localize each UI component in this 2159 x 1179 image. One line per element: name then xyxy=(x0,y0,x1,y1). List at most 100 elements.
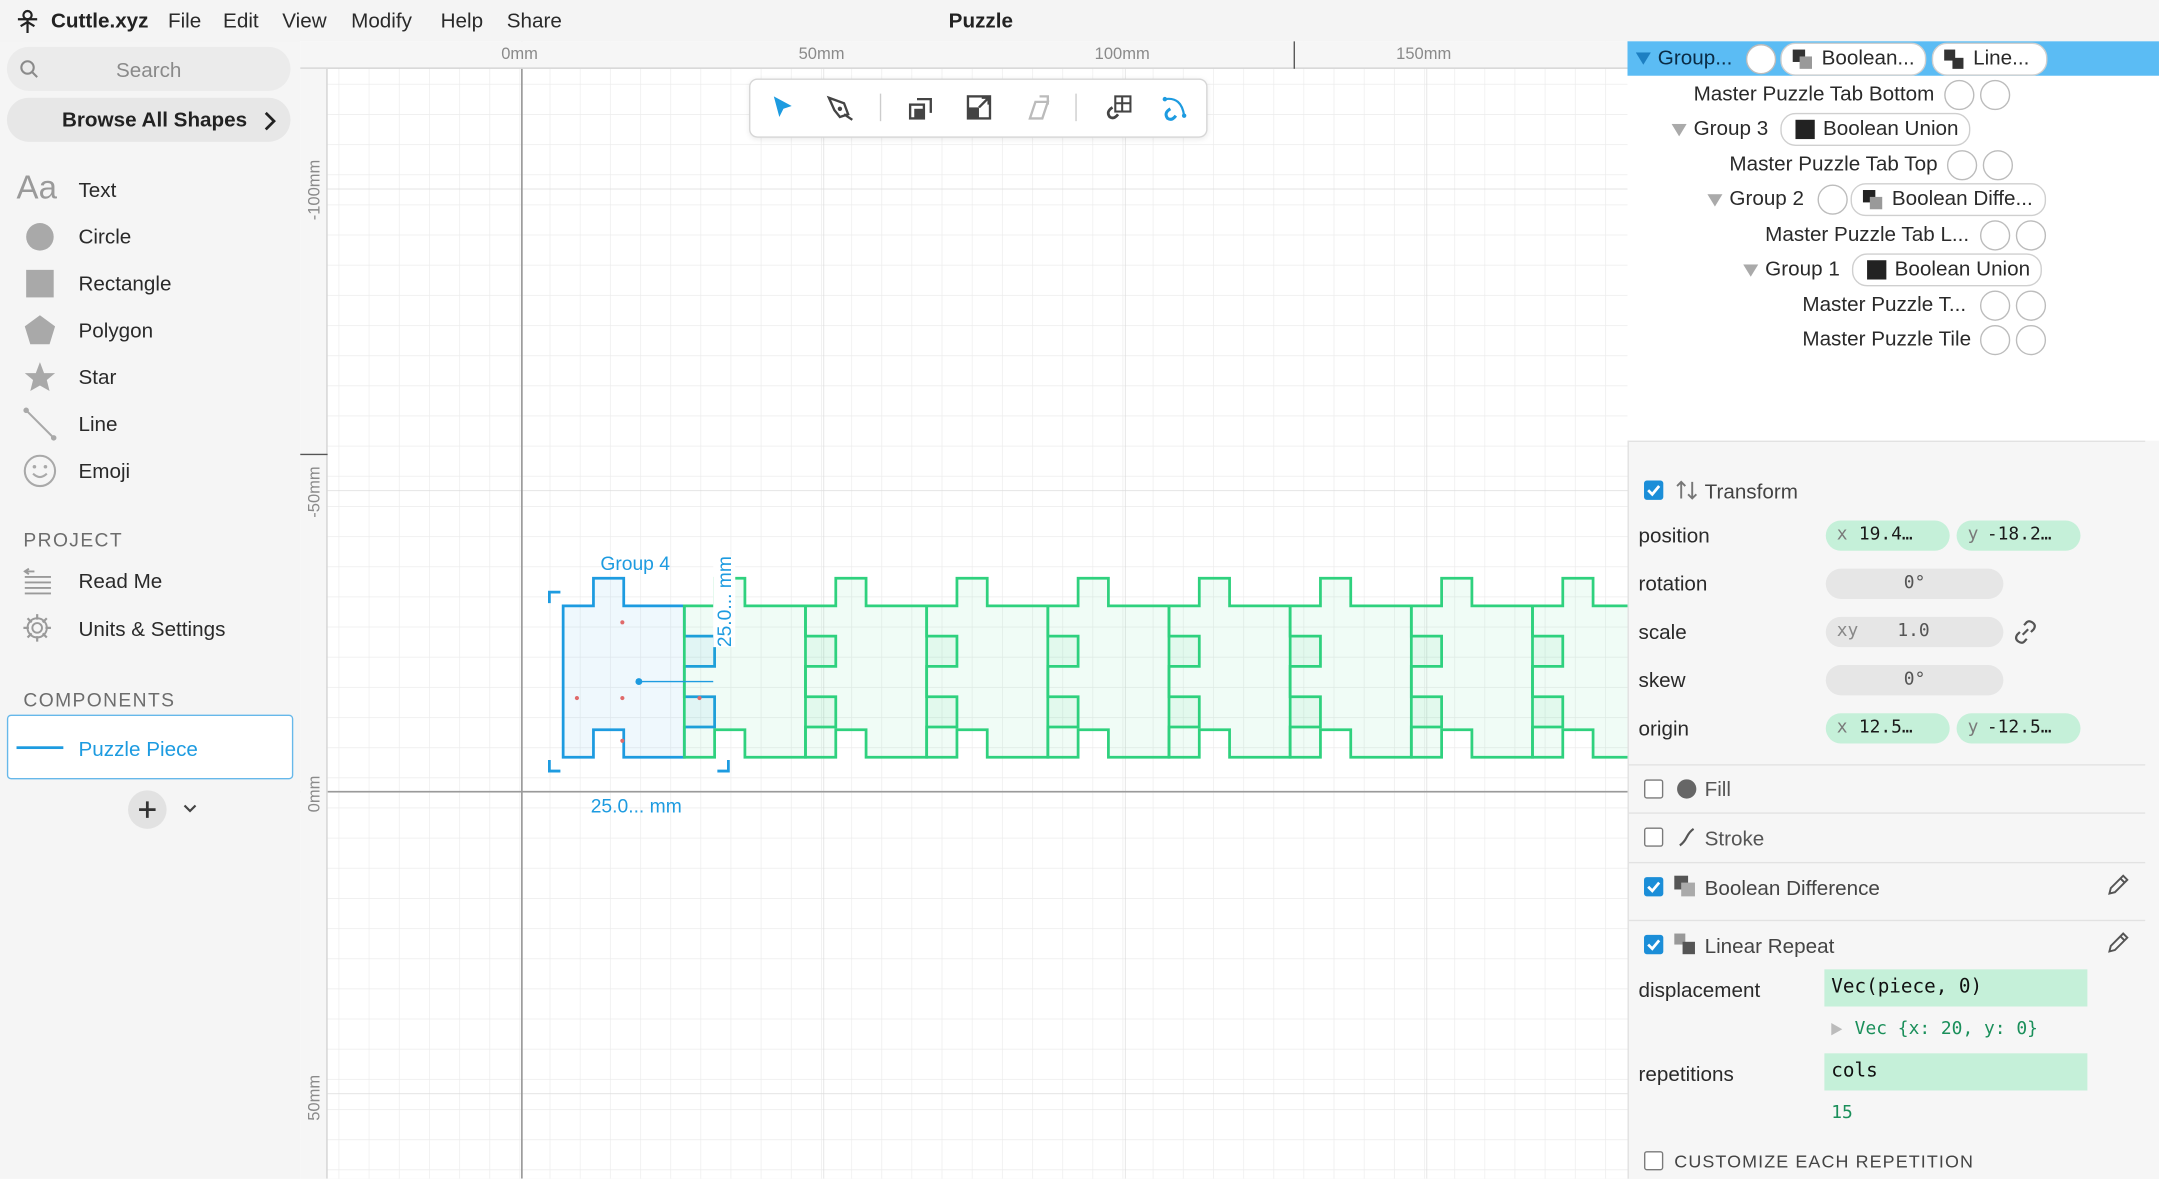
rotate-tool-icon[interactable] xyxy=(907,94,935,122)
menu-help[interactable]: Help xyxy=(441,10,483,33)
repetitions-input[interactable]: cols xyxy=(1824,1053,2088,1091)
menu-share[interactable]: Share xyxy=(507,10,562,33)
rectangle-shape-icon xyxy=(26,269,54,298)
expand-triangle-icon[interactable] xyxy=(1830,1022,1844,1037)
scale-label: scale xyxy=(1638,620,1687,645)
transform-checkbox[interactable] xyxy=(1644,480,1664,500)
shape-item-text[interactable]: Aa Text xyxy=(0,169,300,210)
tree-row[interactable]: Master Puzzle Tab Bottom xyxy=(1627,77,2158,111)
position-x-field[interactable]: x 19.4… xyxy=(1825,520,1950,551)
linear-repeat-checkbox[interactable] xyxy=(1644,934,1664,955)
skew-field[interactable]: 0° xyxy=(1825,665,2004,696)
browse-all-shapes-button[interactable]: Browse All Shapes xyxy=(6,97,291,142)
snap-grid-magnet-icon[interactable] xyxy=(1103,94,1133,122)
repeated-puzzle-piece[interactable] xyxy=(1531,576,1628,759)
anchor-point[interactable] xyxy=(620,620,625,625)
stroke-toggle-icon[interactable] xyxy=(2015,220,2047,251)
chevron-down-icon[interactable] xyxy=(183,804,197,815)
shape-item-emoji[interactable]: Emoji xyxy=(0,450,300,491)
selection-bracket[interactable] xyxy=(548,590,561,604)
fill-checkbox[interactable] xyxy=(1644,779,1664,799)
anchor-point[interactable] xyxy=(697,696,702,701)
boolean-union-pill[interactable]: Boolean Union xyxy=(1851,253,2042,287)
scale-field[interactable]: xy 1.0 xyxy=(1825,616,2004,648)
ruler-left-ticks xyxy=(300,68,328,1179)
stroke-toggle-icon[interactable] xyxy=(1982,150,2014,181)
anchor-point[interactable] xyxy=(620,696,625,701)
transform-toggle-icon[interactable] xyxy=(1946,150,1978,181)
shape-item-star[interactable]: Star xyxy=(0,357,300,398)
menu-view[interactable]: View xyxy=(282,10,326,33)
boolean-difference-checkbox[interactable] xyxy=(1644,877,1664,897)
tree-row[interactable]: Master Puzzle Tab Top xyxy=(1627,147,2158,181)
pen-tool-icon[interactable] xyxy=(825,94,855,122)
scale-tool-icon[interactable] xyxy=(965,94,993,122)
shape-item-rectangle[interactable]: Rectangle xyxy=(0,263,300,304)
origin-y-field[interactable]: y -12.5… xyxy=(1956,713,2081,744)
project-item-units-settings[interactable]: Units & Settings xyxy=(0,609,300,650)
disclosure-triangle-icon[interactable] xyxy=(1707,194,1723,207)
transform-toggle-icon[interactable] xyxy=(1979,290,2011,321)
canvas[interactable]: Group 4 25.0... mm 25.0... mm xyxy=(300,41,1628,1179)
tree-row-group-4[interactable]: Group... Boolean... Line... xyxy=(1627,41,2159,76)
shape-item-polygon[interactable]: Polygon xyxy=(0,310,300,351)
link-icon[interactable] xyxy=(2013,620,2038,645)
boolean-difference-pill[interactable]: Boolean Diffe... xyxy=(1850,183,2047,217)
pill-label: Boolean Diffe... xyxy=(1891,187,2033,211)
transform-toggle-icon[interactable] xyxy=(1979,220,2011,251)
tree-row[interactable]: Master Puzzle T... xyxy=(1627,288,2158,322)
document-title[interactable]: Puzzle xyxy=(949,10,1013,33)
skew-tool-icon[interactable] xyxy=(1023,94,1051,122)
snap-geometry-magnet-icon[interactable] xyxy=(1159,94,1189,122)
tree-row[interactable]: Group 1 Boolean Union xyxy=(1627,252,2158,287)
search-input[interactable]: Search xyxy=(6,46,291,91)
canvas-toolbar xyxy=(749,78,1208,138)
puzzle-repeat-drawing[interactable] xyxy=(300,41,1628,1178)
rotation-field[interactable]: 0° xyxy=(1825,568,2004,599)
position-y-field[interactable]: y -18.2… xyxy=(1956,520,2081,551)
pencil-edit-icon[interactable] xyxy=(2105,873,2130,898)
scale-axis-label: xy xyxy=(1836,620,1859,642)
stroke-toggle-icon[interactable] xyxy=(2015,324,2047,356)
disclosure-triangle-icon[interactable] xyxy=(1635,52,1651,65)
stroke-checkbox[interactable] xyxy=(1644,827,1664,847)
selection-bracket[interactable] xyxy=(717,760,730,773)
transform-toggle-icon[interactable] xyxy=(1944,79,1975,111)
stroke-toggle-icon[interactable] xyxy=(2015,290,2047,321)
line-repeat-pill[interactable]: Line... xyxy=(1931,42,2048,76)
origin-handle[interactable] xyxy=(635,678,643,686)
stroke-toggle-icon[interactable] xyxy=(1979,79,2011,111)
select-arrow-icon[interactable] xyxy=(770,94,798,122)
shape-item-circle[interactable]: Circle xyxy=(0,216,300,257)
transform-toggle-icon[interactable] xyxy=(1745,44,1777,75)
group-label: Group 4 xyxy=(600,552,670,575)
pencil-edit-icon[interactable] xyxy=(2105,931,2130,956)
add-component-button[interactable] xyxy=(128,790,167,829)
disclosure-triangle-icon[interactable] xyxy=(1671,123,1687,137)
boolean-modifier-pill[interactable]: Boolean... xyxy=(1780,42,1927,76)
check-icon xyxy=(1647,881,1661,893)
rotation-value: 0° xyxy=(1903,572,1926,594)
app-name[interactable]: Cuttle.xyz xyxy=(51,10,149,33)
disclosure-triangle-icon[interactable] xyxy=(1743,264,1759,277)
tree-row[interactable]: Group 3 Boolean Union xyxy=(1627,112,2158,146)
tree-row[interactable]: Group 2 Boolean Diffe... xyxy=(1627,182,2158,217)
menu-file[interactable]: File xyxy=(168,10,201,33)
transform-toggle-icon[interactable] xyxy=(1817,184,1848,215)
tree-row[interactable]: Master Puzzle Tab L... xyxy=(1627,218,2158,252)
anchor-point[interactable] xyxy=(574,696,579,701)
displacement-input[interactable]: Vec(piece, 0) xyxy=(1824,969,2088,1007)
shape-item-line[interactable]: Line xyxy=(0,403,300,444)
tree-row[interactable]: Master Puzzle Tile xyxy=(1627,322,2158,356)
origin-x-field[interactable]: x 12.5… xyxy=(1825,713,1950,744)
menu-edit[interactable]: Edit xyxy=(223,10,259,33)
repetitions-value: cols xyxy=(1831,1060,1878,1083)
project-item-read-me[interactable]: Read Me xyxy=(0,560,300,601)
customize-each-repetition-checkbox[interactable] xyxy=(1644,1151,1664,1171)
boolean-union-pill[interactable]: Boolean Union xyxy=(1780,112,1971,146)
selection-bracket[interactable] xyxy=(548,760,561,773)
menu-modify[interactable]: Modify xyxy=(351,10,412,33)
transform-toggle-icon[interactable] xyxy=(1979,324,2011,356)
component-item-puzzle-piece[interactable]: Puzzle Piece xyxy=(6,714,294,780)
anchor-point[interactable] xyxy=(620,738,625,743)
